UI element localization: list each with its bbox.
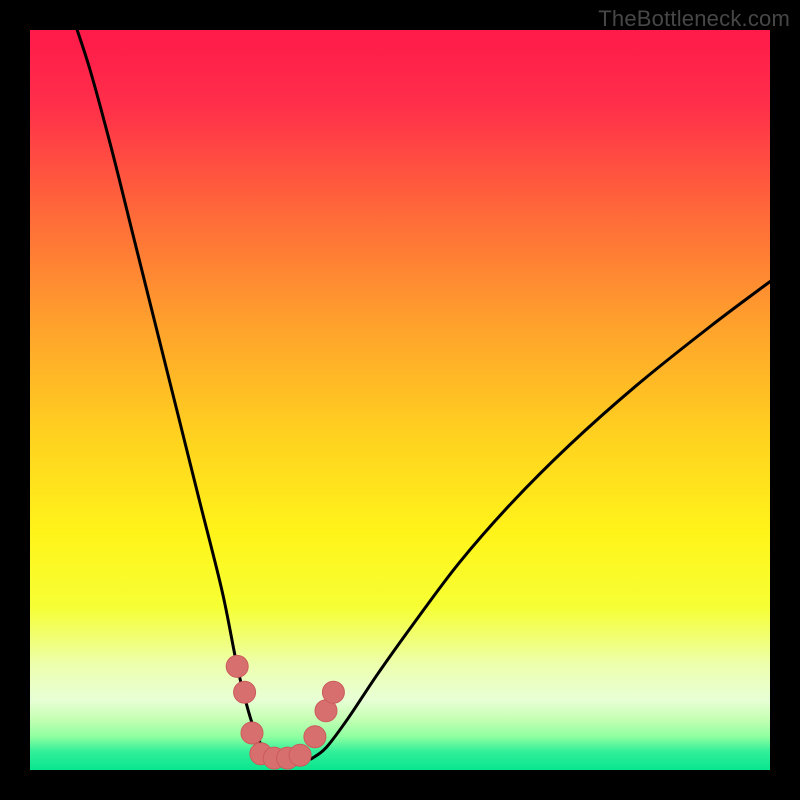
- watermark-text: TheBottleneck.com: [598, 6, 790, 32]
- curve-marker: [226, 655, 248, 677]
- plot-area: [30, 30, 770, 770]
- curve-markers: [226, 655, 344, 769]
- curve-marker: [289, 744, 311, 766]
- curve-right-branch: [311, 282, 770, 759]
- curve-left-branch: [67, 30, 278, 759]
- bottleneck-curve: [30, 30, 770, 770]
- curve-marker: [322, 681, 344, 703]
- chart-frame: TheBottleneck.com: [0, 0, 800, 800]
- curve-marker: [234, 681, 256, 703]
- curve-marker: [304, 726, 326, 748]
- curve-marker: [241, 722, 263, 744]
